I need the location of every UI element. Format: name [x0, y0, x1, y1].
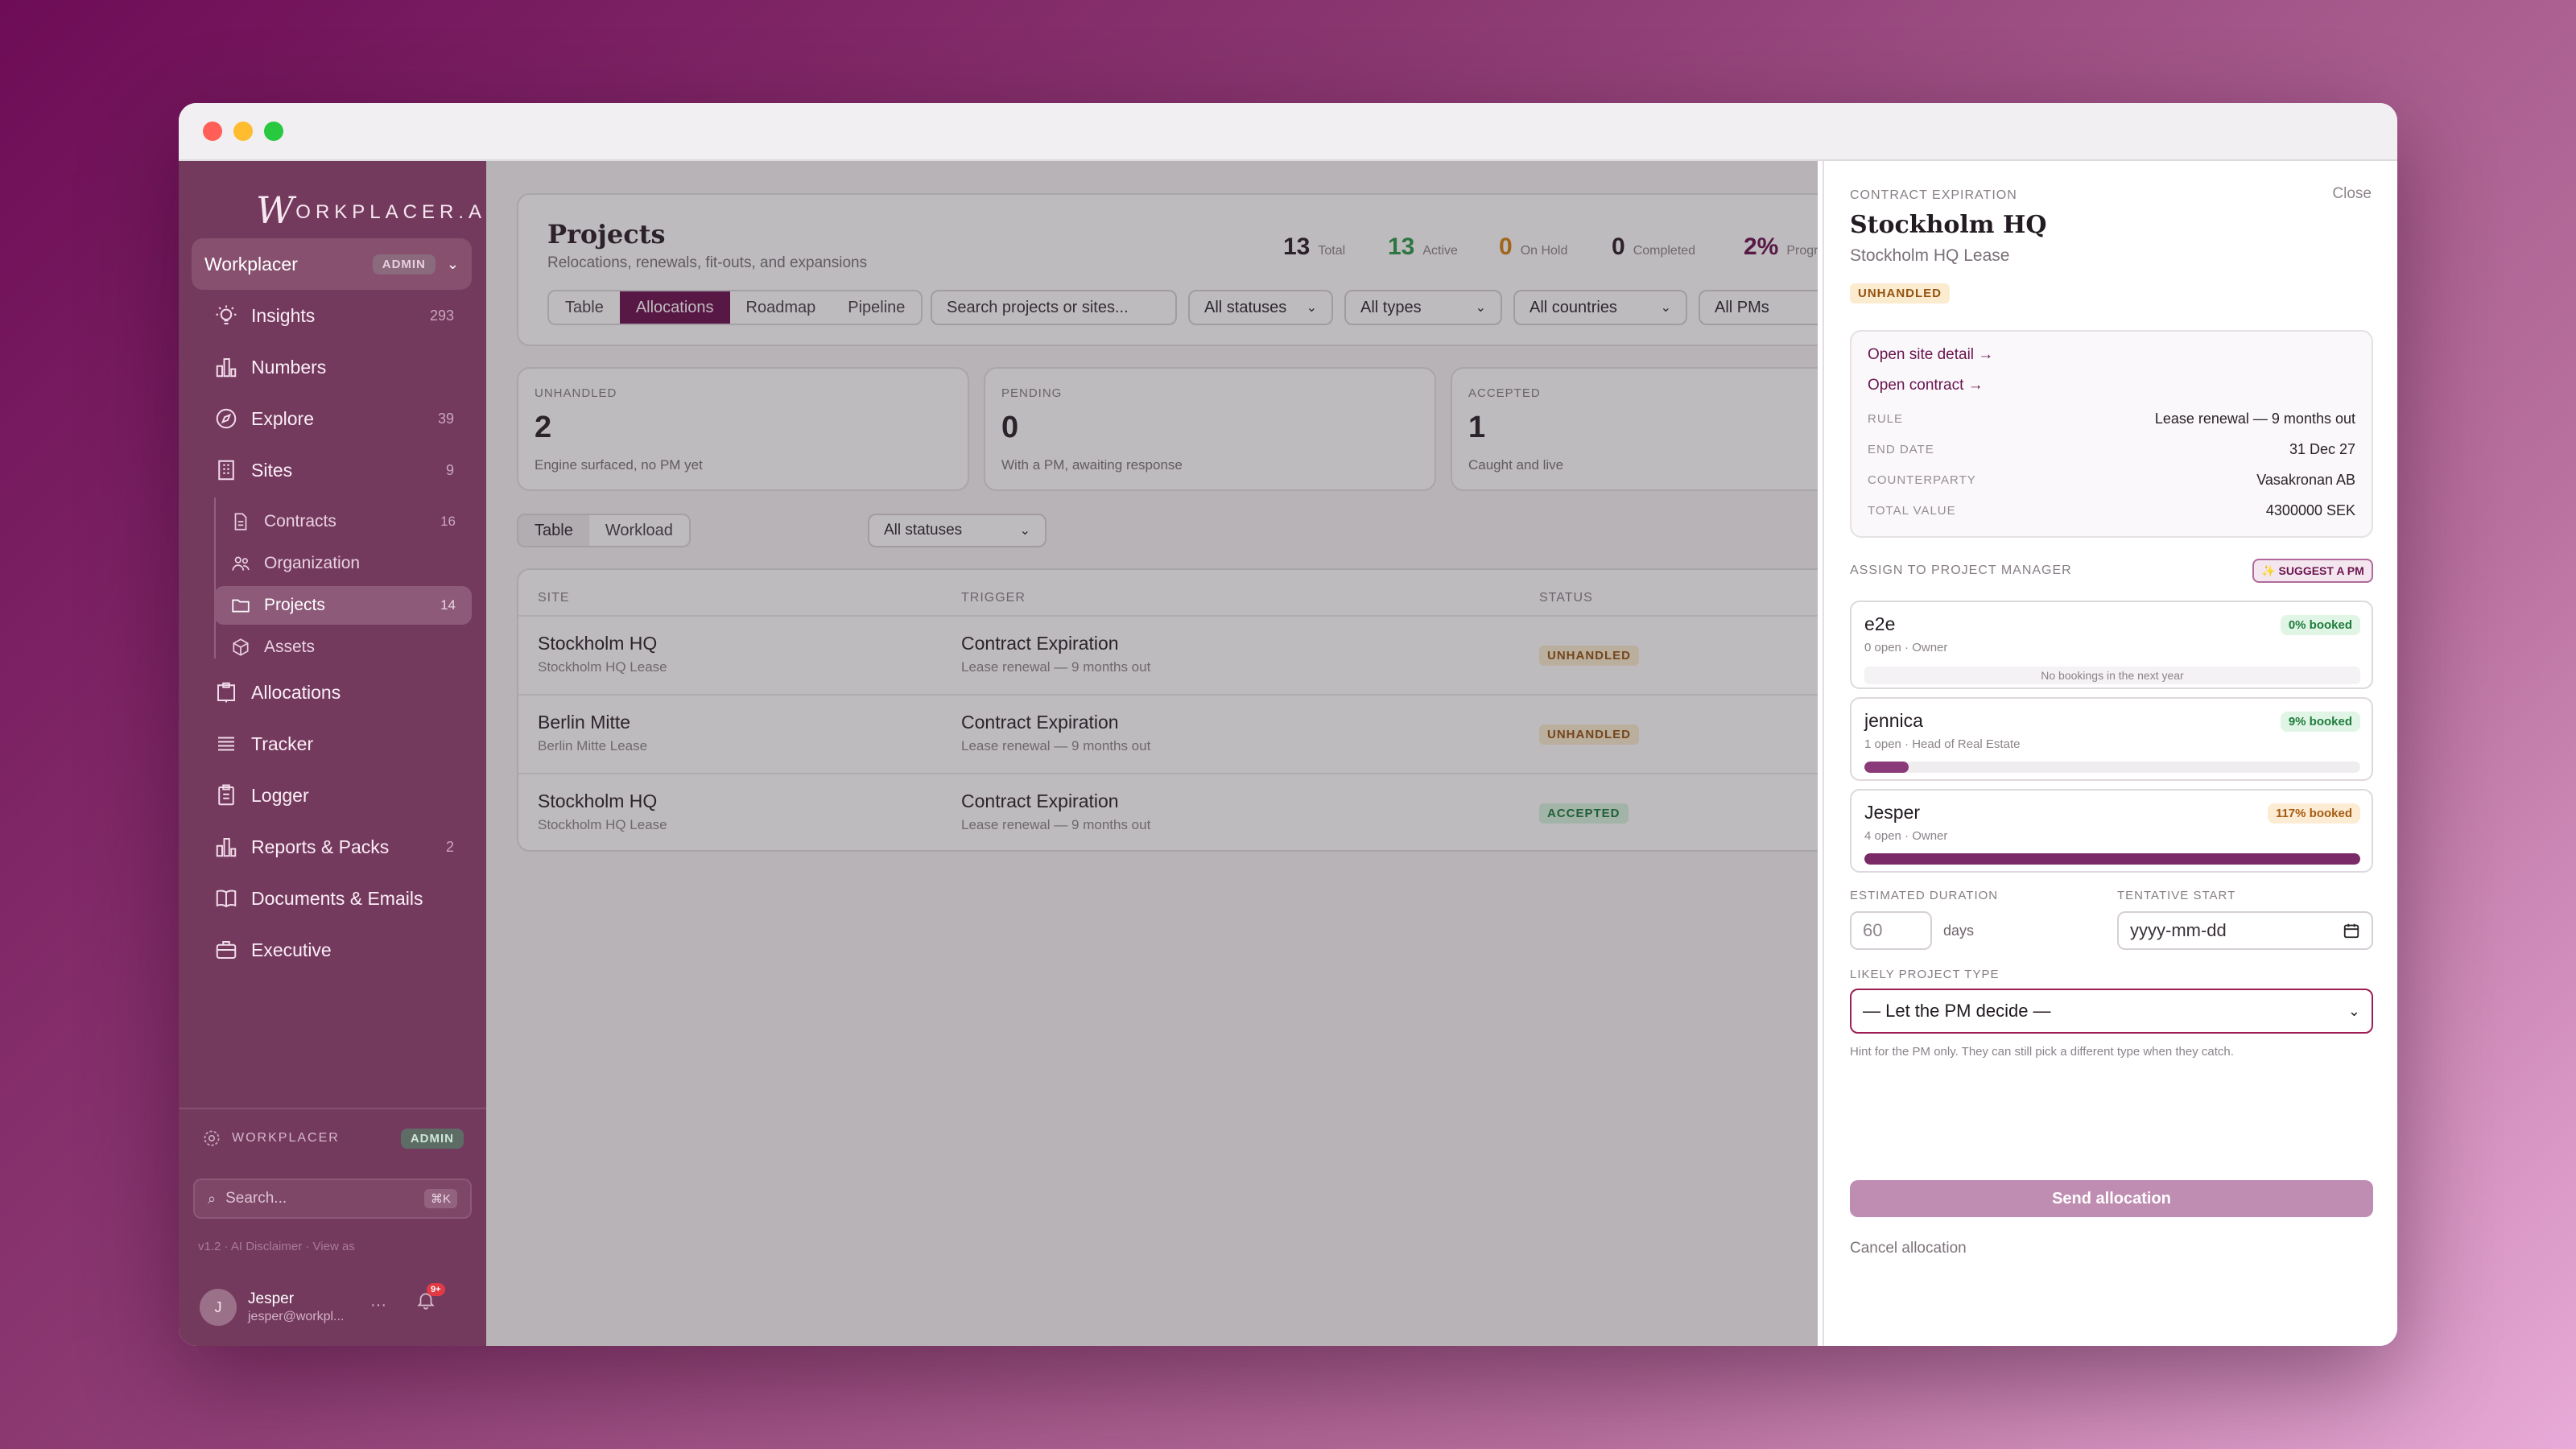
- admin-badge: ADMIN: [372, 254, 436, 275]
- notification-button[interactable]: 9+: [415, 1283, 445, 1315]
- user-profile[interactable]: J Jesper jesper@workpl... ··· 9+: [200, 1283, 473, 1330]
- logo: WORKPLACER.AI: [256, 188, 497, 232]
- duration-input[interactable]: 60: [1850, 911, 1932, 950]
- notification-count: 9+: [427, 1283, 445, 1296]
- status-badge: UNHANDLED: [1850, 283, 1950, 303]
- people-icon: [232, 556, 250, 571]
- title-bar: [179, 103, 2397, 161]
- cube-icon: [233, 638, 249, 656]
- shortcut-hint: ⌘K: [423, 1189, 457, 1208]
- nav-item-tracker[interactable]: Tracker: [192, 721, 472, 766]
- subnav-item-assets[interactable]: Assets: [214, 628, 472, 667]
- nav-item-sites[interactable]: Sites 9: [192, 448, 472, 493]
- document-icon: [234, 513, 247, 530]
- book-icon: [216, 890, 237, 908]
- compass-icon: [216, 408, 237, 429]
- bar-chart-icon: [216, 838, 237, 857]
- duration-label: ESTIMATED DURATION: [1850, 889, 1999, 902]
- suggest-pm-button[interactable]: ✨ SUGGEST A PM: [2252, 559, 2373, 583]
- pm-option-jennica[interactable]: jennica 1 open · Head of Real Estate 9% …: [1850, 697, 2373, 781]
- type-hint: Hint for the PM only. They can still pic…: [1850, 1045, 2234, 1059]
- gear-icon: [204, 1130, 220, 1146]
- chevron-down-icon: ⌄: [2347, 1002, 2360, 1019]
- start-label: TENTATIVE START: [2117, 889, 2236, 902]
- close-window-button[interactable]: [203, 122, 222, 141]
- subnav-item-projects[interactable]: Projects 14: [214, 586, 472, 625]
- workspace-name: Workplacer: [204, 253, 298, 275]
- allocation-panel: CONTRACT EXPIRATION Close Stockholm HQ S…: [1823, 161, 2397, 1346]
- workspace-switcher[interactable]: Workplacer ADMIN ⌄: [192, 238, 472, 290]
- avatar: J: [200, 1289, 237, 1326]
- nav-item-allocations[interactable]: Allocations: [192, 670, 472, 715]
- nav-item-logger[interactable]: Logger: [192, 773, 472, 818]
- detail-total-value: TOTAL VALUE 4300000 SEK: [1868, 502, 2355, 518]
- panel-eyebrow: CONTRACT EXPIRATION: [1850, 188, 2017, 202]
- duration-unit: days: [1943, 923, 1975, 939]
- folder-icon: [232, 599, 250, 613]
- nav-item-insights[interactable]: Insights 293: [192, 293, 472, 338]
- maximize-window-button[interactable]: [264, 122, 283, 141]
- list-icon: [218, 737, 234, 751]
- user-email: jesper@workpl...: [248, 1310, 345, 1323]
- search-icon: ⌕: [208, 1190, 217, 1207]
- sidebar-search[interactable]: ⌕ Search... ⌘K: [193, 1179, 472, 1219]
- pm-option-jesper[interactable]: Jesper 4 open · Owner 117% booked: [1850, 789, 2373, 873]
- nav-item-documents[interactable]: Documents & Emails: [192, 876, 472, 921]
- nav-item-executive[interactable]: Executive: [192, 927, 472, 972]
- close-button[interactable]: Close: [2332, 185, 2372, 203]
- minimize-window-button[interactable]: [233, 122, 253, 141]
- clipboard-list-icon: [218, 784, 234, 806]
- booking-bar: [1864, 762, 2360, 773]
- modal-overlay[interactable]: [486, 161, 1818, 1346]
- project-type-label: LIKELY PROJECT TYPE: [1850, 968, 2000, 981]
- project-type-select[interactable]: — Let the PM decide — ⌄: [1850, 989, 2373, 1034]
- nav-item-reports[interactable]: Reports & Packs 2: [192, 824, 472, 869]
- bar-chart-icon: [216, 358, 237, 378]
- open-contract-link[interactable]: Open contract →: [1868, 377, 1984, 394]
- subnav-item-organization[interactable]: Organization: [214, 544, 472, 583]
- booked-badge: 117% booked: [2267, 803, 2360, 824]
- lightbulb-icon: [216, 305, 237, 324]
- contract-details: Open site detail → Open contract → RULE L…: [1850, 330, 2373, 538]
- no-bookings-note: No bookings in the next year: [1864, 667, 2360, 684]
- app-window: WORKPLACER.AI Workplacer ADMIN ⌄ Insight…: [179, 103, 2397, 1346]
- building-icon: [218, 460, 234, 481]
- more-icon[interactable]: ···: [370, 1296, 386, 1315]
- booking-bar: [1864, 853, 2360, 865]
- version-meta[interactable]: v1.2 · AI Disclaimer · View as: [198, 1240, 355, 1253]
- sidebar: WORKPLACER.AI Workplacer ADMIN ⌄ Insight…: [179, 161, 492, 1346]
- detail-rule: RULE Lease renewal — 9 months out: [1868, 410, 2355, 427]
- panel-title: Stockholm HQ: [1850, 211, 2047, 239]
- detail-end-date: END DATE 31 Dec 27: [1868, 440, 2355, 457]
- pm-option-e2e[interactable]: e2e 0 open · Owner 0% booked No bookings…: [1850, 601, 2373, 689]
- subnav-item-contracts[interactable]: Contracts 16: [214, 502, 472, 541]
- sidebar-divider: [179, 1108, 486, 1109]
- nav-item-numbers[interactable]: Numbers: [192, 345, 472, 390]
- assign-pm-label: ASSIGN TO PROJECT MANAGER: [1850, 564, 2072, 577]
- detail-counterparty: COUNTERPARTY Vasakronan AB: [1868, 471, 2355, 488]
- start-date-input[interactable]: yyyy-mm-dd: [2117, 911, 2373, 950]
- user-name: Jesper: [248, 1290, 295, 1307]
- open-site-detail-link[interactable]: Open site detail →: [1868, 346, 1993, 364]
- clipboard-icon: [217, 682, 235, 703]
- send-allocation-button[interactable]: Send allocation: [1850, 1180, 2373, 1217]
- booked-badge: 0% booked: [2280, 615, 2360, 635]
- workspace-settings[interactable]: WORKPLACER ADMIN: [201, 1124, 464, 1153]
- briefcase-icon: [216, 941, 237, 959]
- nav-item-explore[interactable]: Explore 39: [192, 396, 472, 441]
- panel-subtitle: Stockholm HQ Lease: [1850, 246, 2010, 265]
- chevron-down-icon: ⌄: [446, 255, 459, 272]
- booked-badge: 9% booked: [2280, 712, 2360, 732]
- calendar-icon: [2343, 923, 2359, 939]
- cancel-allocation-link[interactable]: Cancel allocation: [1850, 1240, 1967, 1257]
